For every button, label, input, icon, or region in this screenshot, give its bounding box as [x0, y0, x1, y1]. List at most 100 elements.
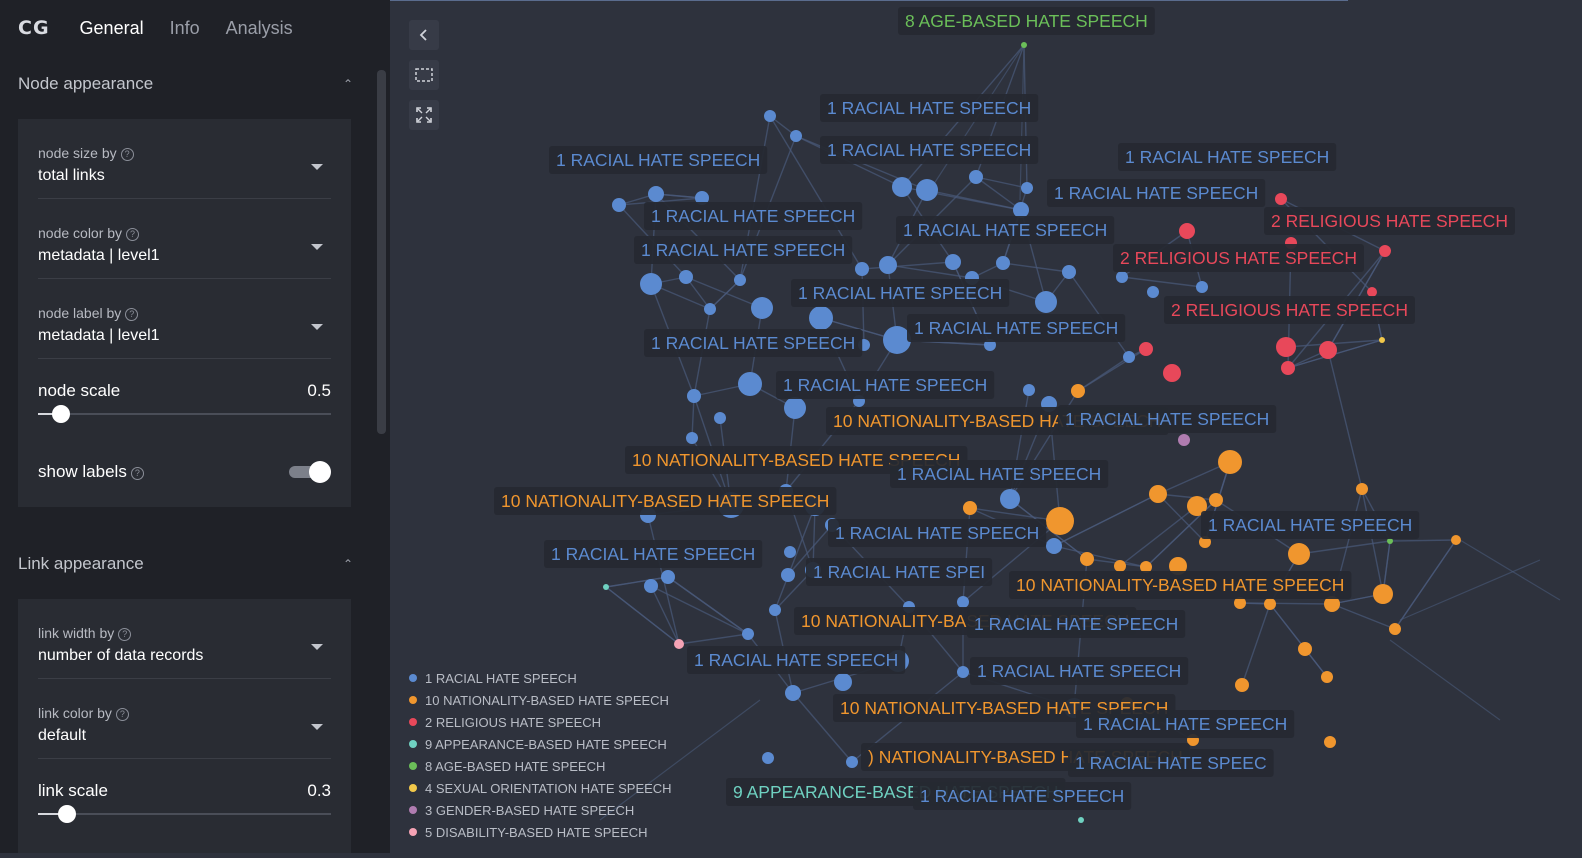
node-label[interactable]: 1 RACIAL HATE SPEECH: [967, 610, 1186, 638]
graph-node[interactable]: [892, 177, 912, 197]
graph-node[interactable]: [916, 179, 938, 201]
node-label[interactable]: 8 AGE-BASED HATE SPEECH: [898, 7, 1155, 35]
legend-item[interactable]: 8 AGE-BASED HATE SPEECH: [409, 755, 672, 777]
graph-node[interactable]: [751, 297, 773, 319]
node-label[interactable]: 1 RACIAL HATE SPEECH: [1047, 179, 1266, 207]
node-label[interactable]: 1 RACIAL HATE SPEECH: [907, 314, 1126, 342]
graph-node[interactable]: [1281, 361, 1295, 375]
graph-node[interactable]: [1035, 291, 1057, 313]
node-label[interactable]: 1 RACIAL HATE SPEECH: [913, 782, 1132, 810]
graph-node[interactable]: [1389, 623, 1401, 635]
node-label[interactable]: 10 NATIONALITY-BASED HATE SPEECH: [494, 487, 837, 515]
node-label[interactable]: 1 RACIAL HATE SPEECH: [1118, 143, 1337, 171]
graph-node[interactable]: [1021, 182, 1033, 194]
graph-node[interactable]: [1319, 341, 1337, 359]
graph-node[interactable]: [714, 412, 726, 424]
graph-node[interactable]: [704, 303, 716, 315]
show-labels-toggle[interactable]: [289, 461, 331, 483]
link-color-by-select[interactable]: link color by? default: [38, 679, 331, 759]
node-label[interactable]: 1 RACIAL HATE SPEECH: [644, 329, 863, 357]
node-color-by-select[interactable]: node color by? metadata | level1: [38, 199, 331, 279]
legend-item[interactable]: 10 NATIONALITY-BASED HATE SPEECH: [409, 689, 672, 711]
graph-node[interactable]: [1276, 337, 1296, 357]
graph-node[interactable]: [1288, 543, 1310, 565]
graph-node[interactable]: [640, 273, 662, 295]
graph-node[interactable]: [963, 501, 977, 515]
graph-node[interactable]: [1379, 337, 1385, 343]
graph-node[interactable]: [1013, 202, 1029, 218]
graph-node[interactable]: [1356, 483, 1368, 495]
node-label[interactable]: 2 RELIGIOUS HATE SPEECH: [1164, 296, 1415, 324]
graph-node[interactable]: [1046, 538, 1062, 554]
graph-node[interactable]: [785, 685, 801, 701]
graph-node[interactable]: [1149, 485, 1167, 503]
fit-view-button[interactable]: [409, 100, 439, 130]
slider-thumb[interactable]: [58, 805, 77, 823]
graph-node[interactable]: [1163, 364, 1181, 382]
graph-node[interactable]: [1209, 493, 1223, 507]
node-label[interactable]: 2 RELIGIOUS HATE SPEECH: [1113, 244, 1364, 272]
tab-general[interactable]: General: [80, 18, 144, 39]
graph-node[interactable]: [1324, 736, 1336, 748]
graph-node[interactable]: [1373, 584, 1393, 604]
node-appearance-header[interactable]: Node appearance ⌃: [18, 74, 353, 94]
graph-node[interactable]: [1147, 286, 1159, 298]
legend-item[interactable]: 1 RACIAL HATE SPEECH: [409, 667, 672, 689]
graph-node[interactable]: [1023, 384, 1035, 396]
help-icon[interactable]: ?: [125, 308, 139, 321]
node-label[interactable]: 2 RELIGIOUS HATE SPEECH: [1264, 207, 1515, 235]
node-label[interactable]: 1 RACIAL HATE SPEECH: [820, 94, 1039, 122]
node-label[interactable]: 1 RACIAL HATE SPEECH: [1201, 511, 1420, 539]
box-select-button[interactable]: [409, 60, 439, 90]
graph-node[interactable]: [1298, 642, 1312, 656]
graph-node[interactable]: [1451, 535, 1461, 545]
graph-node[interactable]: [1264, 598, 1276, 610]
link-width-by-select[interactable]: link width by? number of data records: [38, 599, 331, 679]
help-icon[interactable]: ?: [115, 708, 129, 721]
graph-node[interactable]: [686, 432, 698, 444]
graph-node[interactable]: [1123, 351, 1135, 363]
graph-node[interactable]: [1021, 42, 1027, 48]
graph-node[interactable]: [945, 254, 961, 270]
help-icon[interactable]: ?: [130, 467, 144, 480]
node-label[interactable]: 1 RACIAL HATE SPEECH: [896, 216, 1115, 244]
graph-node[interactable]: [879, 256, 897, 274]
node-label[interactable]: 1 RACIAL HATE SPEECH: [687, 646, 906, 674]
collapse-sidebar-button[interactable]: [409, 20, 439, 50]
graph-node[interactable]: [603, 584, 609, 590]
graph-node[interactable]: [1080, 552, 1094, 566]
graph-node[interactable]: [648, 186, 664, 202]
graph-node[interactable]: [769, 604, 781, 616]
node-label[interactable]: 1 RACIAL HATE SPEECH: [1076, 710, 1295, 738]
node-label[interactable]: 1 RACIAL HATE SPEECH: [820, 136, 1039, 164]
help-icon[interactable]: ?: [118, 628, 132, 641]
graph-node[interactable]: [969, 170, 983, 184]
node-label[interactable]: 10 NATIONALITY-BASED HATE SPEECH: [1009, 571, 1352, 599]
graph-node[interactable]: [762, 752, 774, 764]
node-label[interactable]: 1 RACIAL HATE SPEECH: [549, 146, 768, 174]
graph-node[interactable]: [1114, 560, 1126, 572]
legend-item[interactable]: 5 DISABILITY-BASED HATE SPEECH: [409, 821, 672, 843]
graph-node[interactable]: [809, 306, 833, 330]
graph-node[interactable]: [679, 270, 693, 284]
graph-node[interactable]: [674, 639, 684, 649]
slider-track[interactable]: [38, 405, 331, 423]
slider-thumb[interactable]: [52, 405, 71, 423]
graph-node[interactable]: [1178, 434, 1190, 446]
node-size-by-select[interactable]: node size by? total links: [38, 119, 331, 199]
legend-item[interactable]: 3 GENDER-BASED HATE SPEECH: [409, 799, 672, 821]
graph-node[interactable]: [1000, 489, 1020, 509]
graph-node[interactable]: [612, 198, 626, 212]
help-icon[interactable]: ?: [126, 228, 140, 241]
legend-item[interactable]: 9 APPEARANCE-BASED HATE SPEECH: [409, 733, 672, 755]
tab-info[interactable]: Info: [170, 18, 200, 39]
graph-node[interactable]: [784, 546, 796, 558]
graph-node[interactable]: [738, 372, 762, 396]
graph-node[interactable]: [784, 397, 806, 419]
graph-node[interactable]: [1078, 817, 1084, 823]
graph-node[interactable]: [1139, 342, 1153, 356]
help-icon[interactable]: ?: [120, 148, 134, 161]
slider-track[interactable]: [38, 805, 331, 823]
node-label[interactable]: 1 RACIAL HATE SPEECH: [970, 657, 1189, 685]
node-label[interactable]: 1 RACIAL HATE SPEI: [806, 558, 993, 586]
